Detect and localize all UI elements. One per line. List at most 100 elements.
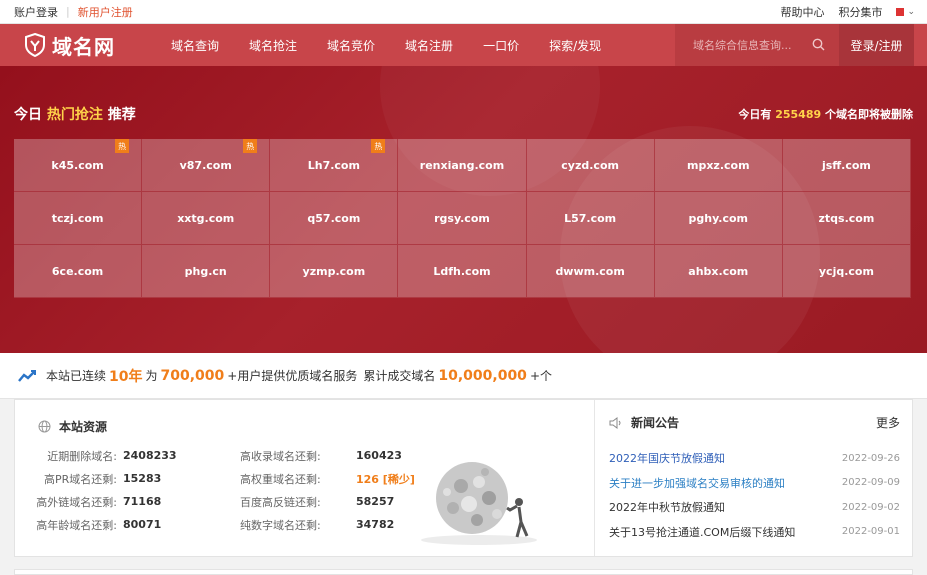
trend-chart-icon bbox=[18, 369, 36, 382]
stat-value: 71168 bbox=[123, 495, 162, 508]
search-icon[interactable] bbox=[812, 38, 825, 51]
domain-cell[interactable]: jsff.com bbox=[782, 139, 911, 192]
users-value: 700,000 bbox=[160, 367, 225, 384]
domain-cell[interactable]: tczj.com bbox=[14, 192, 143, 245]
info-panel: 本站资源 近期删除域名: 2408233 高收录域名还剩: 160423 高PR域名… bbox=[14, 399, 913, 557]
domain-name: k45.com bbox=[51, 158, 104, 172]
language-selector[interactable]: ⌄ bbox=[896, 7, 915, 17]
news-item[interactable]: 2022年中秋节放假通知 2022-09-02 bbox=[609, 495, 900, 520]
stat-value: 34782 bbox=[356, 518, 395, 531]
chevron-down-icon: ⌄ bbox=[907, 6, 915, 17]
delete-count: 今日有 255489 个域名即将被删除 bbox=[738, 108, 913, 121]
domain-cell[interactable]: 6ce.com bbox=[14, 245, 143, 298]
domain-name: q57.com bbox=[307, 211, 361, 225]
nav-item-domain-auction[interactable]: 域名竞价 bbox=[312, 37, 390, 54]
domain-cell[interactable]: ztqs.com bbox=[782, 192, 911, 245]
domain-name: phg.cn bbox=[184, 264, 227, 278]
flag-icon bbox=[896, 7, 905, 16]
account-login-link[interactable]: 账户登录 bbox=[14, 4, 58, 20]
resources-title: 本站资源 bbox=[59, 420, 108, 434]
hero-title: 今日 热门抢注 推荐 bbox=[14, 107, 136, 123]
domain-name: xxtg.com bbox=[177, 211, 235, 225]
news-item[interactable]: 关于13号抢注通道.COM后缀下线通知 2022-09-01 bbox=[609, 520, 900, 545]
domain-cell[interactable]: ahbx.com bbox=[654, 245, 783, 298]
domain-cell[interactable]: q57.com bbox=[270, 192, 399, 245]
domain-cell[interactable]: dwwm.com bbox=[526, 245, 655, 298]
domain-cell[interactable]: rgsy.com bbox=[398, 192, 527, 245]
domain-name: pghy.com bbox=[688, 211, 748, 225]
stats-strip: 本站已连续 10年 为 700,000 +用户提供优质域名服务 累计成交域名 1… bbox=[0, 353, 927, 399]
domain-name: ahbx.com bbox=[688, 264, 749, 278]
domain-cell[interactable]: v87.com 热 bbox=[142, 139, 271, 192]
domain-cell[interactable]: Lh7.com 热 bbox=[270, 139, 399, 192]
domain-name: Ldfh.com bbox=[433, 264, 491, 278]
domain-cell[interactable]: renxiang.com bbox=[398, 139, 527, 192]
domain-cell[interactable]: mpxz.com bbox=[654, 139, 783, 192]
domain-cell[interactable]: xxtg.com bbox=[142, 192, 271, 245]
news-item[interactable]: 关于进一步加强域名交易审核的通知 2022-09-09 bbox=[609, 471, 900, 496]
stat-value: 80071 bbox=[123, 518, 162, 531]
domain-cell[interactable]: phg.cn bbox=[142, 245, 271, 298]
stat-value: 2408233 bbox=[123, 449, 177, 462]
domain-cell[interactable]: k45.com 热 bbox=[14, 139, 143, 192]
hot-badge: 热 bbox=[243, 139, 258, 153]
new-user-register-link[interactable]: 新用户注册 bbox=[78, 4, 133, 20]
domain-name: Lh7.com bbox=[307, 158, 360, 172]
nav-menu: 域名查询 域名抢注 域名竞价 域名注册 一口价 探索/发现 bbox=[156, 37, 616, 54]
more-link[interactable]: 更多 bbox=[876, 414, 900, 431]
news-section: 新闻公告 更多 2022年国庆节放假通知 2022-09-26 关于进一步加强域名… bbox=[595, 400, 912, 556]
domain-name: v87.com bbox=[179, 158, 232, 172]
total-value: 10,000,000 bbox=[438, 367, 527, 384]
main-nav: 域名网 域名查询 域名抢注 域名竞价 域名注册 一口价 探索/发现 域名综合信息… bbox=[0, 24, 927, 66]
shield-logo-icon bbox=[25, 33, 45, 57]
bottom-panel-edge bbox=[14, 569, 913, 575]
globe-icon bbox=[38, 420, 51, 433]
stat-value: 160423 bbox=[356, 449, 402, 462]
hot-badge: 热 bbox=[371, 139, 386, 153]
login-register-button[interactable]: 登录/注册 bbox=[839, 24, 914, 66]
search-input[interactable]: 域名综合信息查询... bbox=[675, 24, 839, 66]
nav-item-domain-query[interactable]: 域名查询 bbox=[156, 37, 234, 54]
domain-name: dwwm.com bbox=[555, 264, 625, 278]
stat-value: 126 [稀少] bbox=[356, 472, 415, 486]
hot-badge: 热 bbox=[115, 139, 130, 153]
nav-item-domain-register[interactable]: 域名注册 bbox=[390, 37, 468, 54]
points-market-link[interactable]: 积分集市 bbox=[838, 4, 882, 20]
search-placeholder: 域名综合信息查询... bbox=[693, 39, 792, 52]
domain-name: tczj.com bbox=[51, 211, 104, 225]
domain-name: L57.com bbox=[564, 211, 617, 225]
hero-banner: 今日 热门抢注 推荐 今日有 255489 个域名即将被删除 k45.com 热 v… bbox=[0, 66, 927, 353]
help-center-link[interactable]: 帮助中心 bbox=[780, 4, 824, 20]
pushing-ball-illustration bbox=[421, 462, 537, 545]
news-list: 2022年国庆节放假通知 2022-09-26 关于进一步加强域名交易审核的通知 2… bbox=[609, 446, 900, 544]
domain-name: ycjq.com bbox=[818, 264, 874, 278]
nav-item-fixed-price[interactable]: 一口价 bbox=[468, 37, 534, 54]
domain-name: yzmp.com bbox=[302, 264, 366, 278]
news-item[interactable]: 2022年国庆节放假通知 2022-09-26 bbox=[609, 446, 900, 471]
domain-name: renxiang.com bbox=[419, 158, 505, 172]
site-resources: 本站资源 近期删除域名: 2408233 高收录域名还剩: 160423 高PR域名… bbox=[15, 400, 595, 556]
top-bar: 账户登录 | 新用户注册 帮助中心 积分集市 ⌄ bbox=[0, 0, 927, 24]
divider: | bbox=[66, 5, 70, 18]
domain-name: 6ce.com bbox=[51, 264, 104, 278]
stat-value: 15283 bbox=[123, 472, 162, 485]
stat-value: 58257 bbox=[356, 495, 395, 508]
domain-name: jsff.com bbox=[821, 158, 871, 172]
domain-cell[interactable]: L57.com bbox=[526, 192, 655, 245]
domain-cell[interactable]: yzmp.com bbox=[270, 245, 399, 298]
speaker-icon bbox=[609, 416, 621, 429]
nav-item-explore[interactable]: 探索/发现 bbox=[534, 37, 616, 54]
domain-cell[interactable]: Ldfh.com bbox=[398, 245, 527, 298]
years-value: 10年 bbox=[109, 368, 143, 385]
hot-domain-grid: k45.com 热 v87.com 热 Lh7.com 热 renxiang.com cyzd… bbox=[14, 139, 911, 298]
news-title: 新闻公告 bbox=[631, 416, 680, 430]
domain-cell[interactable]: cyzd.com bbox=[526, 139, 655, 192]
domain-cell[interactable]: pghy.com bbox=[654, 192, 783, 245]
domain-cell[interactable]: ycjq.com bbox=[782, 245, 911, 298]
domain-name: cyzd.com bbox=[561, 158, 619, 172]
site-logo[interactable]: 域名网 bbox=[24, 31, 154, 60]
nav-item-domain-snap[interactable]: 域名抢注 bbox=[234, 37, 312, 54]
domain-name: ztqs.com bbox=[818, 211, 875, 225]
domain-name: mpxz.com bbox=[686, 158, 750, 172]
logo-text: 域名网 bbox=[52, 34, 115, 59]
